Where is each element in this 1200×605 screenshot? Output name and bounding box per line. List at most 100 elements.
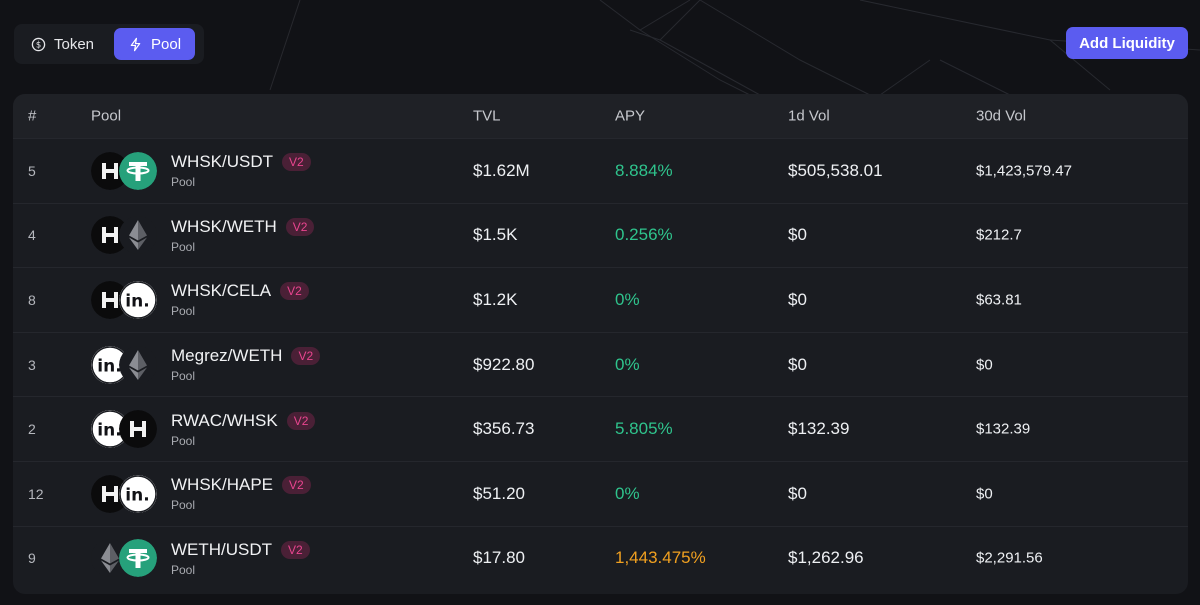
vol-30d-value: $0 bbox=[976, 485, 993, 503]
table-row[interactable]: 4 WHSK/WETH V2 Pool $1.5K 0.256% $0 $212.7 bbox=[13, 202, 1188, 268]
header-apy[interactable]: APY bbox=[615, 108, 645, 125]
pool-token-logos bbox=[91, 215, 159, 255]
tvl-value: $17.80 bbox=[473, 548, 525, 568]
version-badge: V2 bbox=[282, 153, 311, 172]
row-rank: 9 bbox=[28, 550, 36, 567]
view-toggle: $ Token Pool bbox=[14, 24, 204, 64]
pool-token-logos bbox=[91, 538, 159, 578]
header-rank: # bbox=[28, 107, 37, 125]
pool-type-label: Pool bbox=[171, 239, 196, 254]
vol-1d-value: $505,538.01 bbox=[788, 160, 883, 180]
pool-type-label: Pool bbox=[171, 304, 196, 319]
vol-30d-value: $1,423,579.47 bbox=[976, 162, 1072, 180]
table-row[interactable]: 9 WETH/USDT V2 Pool $17.80 1,443.475% $1,262.9… bbox=[13, 525, 1188, 591]
tvl-value: $922.80 bbox=[473, 354, 535, 374]
apy-value: 1,443.475% bbox=[615, 548, 706, 568]
vol-30d-value: $132.39 bbox=[976, 420, 1031, 438]
tvl-value: $1.5K bbox=[473, 225, 518, 245]
usdt-token-icon bbox=[119, 151, 157, 190]
version-badge: V2 bbox=[285, 217, 315, 236]
in-token-icon: in. bbox=[119, 280, 157, 319]
tab-token[interactable]: $ Token bbox=[17, 28, 108, 60]
header-30d-vol[interactable]: 30d Vol bbox=[976, 108, 1026, 125]
pool-cell[interactable]: in. Megrez/WETH V2 Pool bbox=[91, 345, 321, 385]
pool-cell[interactable]: WHSK/WETH V2 Pool bbox=[91, 215, 315, 255]
tvl-value: $51.20 bbox=[473, 483, 525, 503]
pool-name: WHSK/HAPE bbox=[171, 475, 274, 495]
row-rank: 8 bbox=[28, 291, 36, 308]
pool-token-logos: in. bbox=[91, 280, 159, 320]
pool-token-logos: in. bbox=[91, 409, 159, 449]
table-body: 5 WHSK/USDT V2 Pool $1.62M 8.884% $505,538.01 $… bbox=[13, 138, 1188, 590]
vol-1d-value: $132.39 bbox=[788, 419, 850, 439]
vol-1d-value: $0 bbox=[788, 289, 807, 309]
pool-name: WHSK/USDT bbox=[171, 152, 273, 172]
tab-pool-label: Pool bbox=[151, 35, 182, 53]
pool-cell[interactable]: in. RWAC/WHSK V2 Pool bbox=[91, 409, 316, 449]
version-badge: V2 bbox=[291, 347, 321, 366]
table-row[interactable]: 12 in. WHSK/HAPE V2 Pool $51.20 0% $0 $0 bbox=[13, 460, 1188, 526]
pools-table: # Pool TVL APY 1d Vol 30d Vol 5 WHSK/USDT… bbox=[13, 94, 1188, 594]
header-tvl[interactable]: TVL bbox=[473, 108, 501, 125]
apy-value: 0% bbox=[615, 289, 640, 309]
table-row[interactable]: 8 in. WHSK/CELA V2 Pool $1.2K 0% $0 $63.81 bbox=[13, 267, 1188, 332]
header-pool: Pool bbox=[91, 107, 122, 125]
tvl-value: $1.62M bbox=[473, 160, 530, 180]
row-rank: 12 bbox=[28, 485, 44, 502]
tvl-value: $1.2K bbox=[473, 289, 518, 309]
add-liquidity-button[interactable]: Add Liquidity bbox=[1066, 27, 1188, 59]
vol-30d-value: $2,291.56 bbox=[976, 549, 1043, 567]
tvl-value: $356.73 bbox=[473, 419, 535, 439]
pool-token-logos bbox=[91, 151, 159, 191]
row-rank: 2 bbox=[28, 421, 36, 438]
vol-1d-value: $1,262.96 bbox=[788, 548, 864, 568]
version-badge: V2 bbox=[280, 282, 309, 301]
eth-token-icon bbox=[119, 216, 157, 255]
pool-type-label: Pool bbox=[171, 369, 196, 384]
svg-text:in.: in. bbox=[125, 291, 149, 311]
pool-token-logos: in. bbox=[91, 474, 159, 514]
vol-30d-value: $212.7 bbox=[976, 226, 1022, 244]
eth-token-icon bbox=[119, 345, 157, 384]
lightning-icon bbox=[130, 37, 141, 51]
pool-cell[interactable]: WHSK/USDT V2 Pool bbox=[91, 151, 311, 191]
row-rank: 3 bbox=[28, 356, 36, 373]
version-badge: V2 bbox=[286, 411, 316, 430]
header-1d-vol[interactable]: 1d Vol bbox=[788, 108, 830, 125]
version-badge: V2 bbox=[282, 476, 311, 495]
tab-pool[interactable]: Pool bbox=[114, 28, 196, 60]
apy-value: 0% bbox=[615, 483, 640, 503]
pool-token-logos: in. bbox=[91, 345, 159, 385]
pool-type-label: Pool bbox=[171, 433, 196, 448]
apy-value: 0% bbox=[615, 354, 640, 374]
in-token-icon: in. bbox=[119, 474, 157, 513]
pool-name: WETH/USDT bbox=[171, 539, 273, 559]
row-rank: 4 bbox=[28, 227, 36, 244]
dollar-circle-icon: $ bbox=[31, 37, 46, 51]
tab-token-label: Token bbox=[54, 35, 95, 53]
vol-1d-value: $0 bbox=[788, 225, 807, 245]
usdt-token-icon bbox=[119, 539, 157, 578]
vol-30d-value: $0 bbox=[976, 356, 993, 374]
pool-cell[interactable]: in. WHSK/CELA V2 Pool bbox=[91, 280, 309, 320]
hsk-token-icon bbox=[119, 410, 157, 449]
row-rank: 5 bbox=[28, 162, 36, 179]
pool-name: WHSK/CELA bbox=[171, 281, 272, 301]
pool-cell[interactable]: in. WHSK/HAPE V2 Pool bbox=[91, 474, 311, 514]
svg-text:in.: in. bbox=[97, 421, 121, 441]
table-row[interactable]: 5 WHSK/USDT V2 Pool $1.62M 8.884% $505,538.01 $… bbox=[13, 138, 1188, 203]
pool-name: WHSK/WETH bbox=[171, 216, 277, 236]
apy-value: 5.805% bbox=[615, 419, 673, 439]
table-row[interactable]: 2 in. RWAC/WHSK V2 Pool $356.73 5.805% $132.39 $… bbox=[13, 396, 1188, 461]
apy-value: 8.884% bbox=[615, 160, 673, 180]
table-row[interactable]: 3 in. Megrez/WETH V2 Pool $922.80 0% $0 $0 bbox=[13, 331, 1188, 397]
pool-type-label: Pool bbox=[171, 175, 196, 190]
svg-text:$: $ bbox=[36, 39, 41, 49]
apy-value: 0.256% bbox=[615, 225, 673, 245]
pool-name: Megrez/WETH bbox=[171, 346, 283, 366]
pool-cell[interactable]: WETH/USDT V2 Pool bbox=[91, 538, 310, 578]
vol-1d-value: $0 bbox=[788, 483, 807, 503]
vol-30d-value: $63.81 bbox=[976, 291, 1022, 309]
vol-1d-value: $0 bbox=[788, 354, 807, 374]
svg-text:in.: in. bbox=[97, 356, 121, 376]
